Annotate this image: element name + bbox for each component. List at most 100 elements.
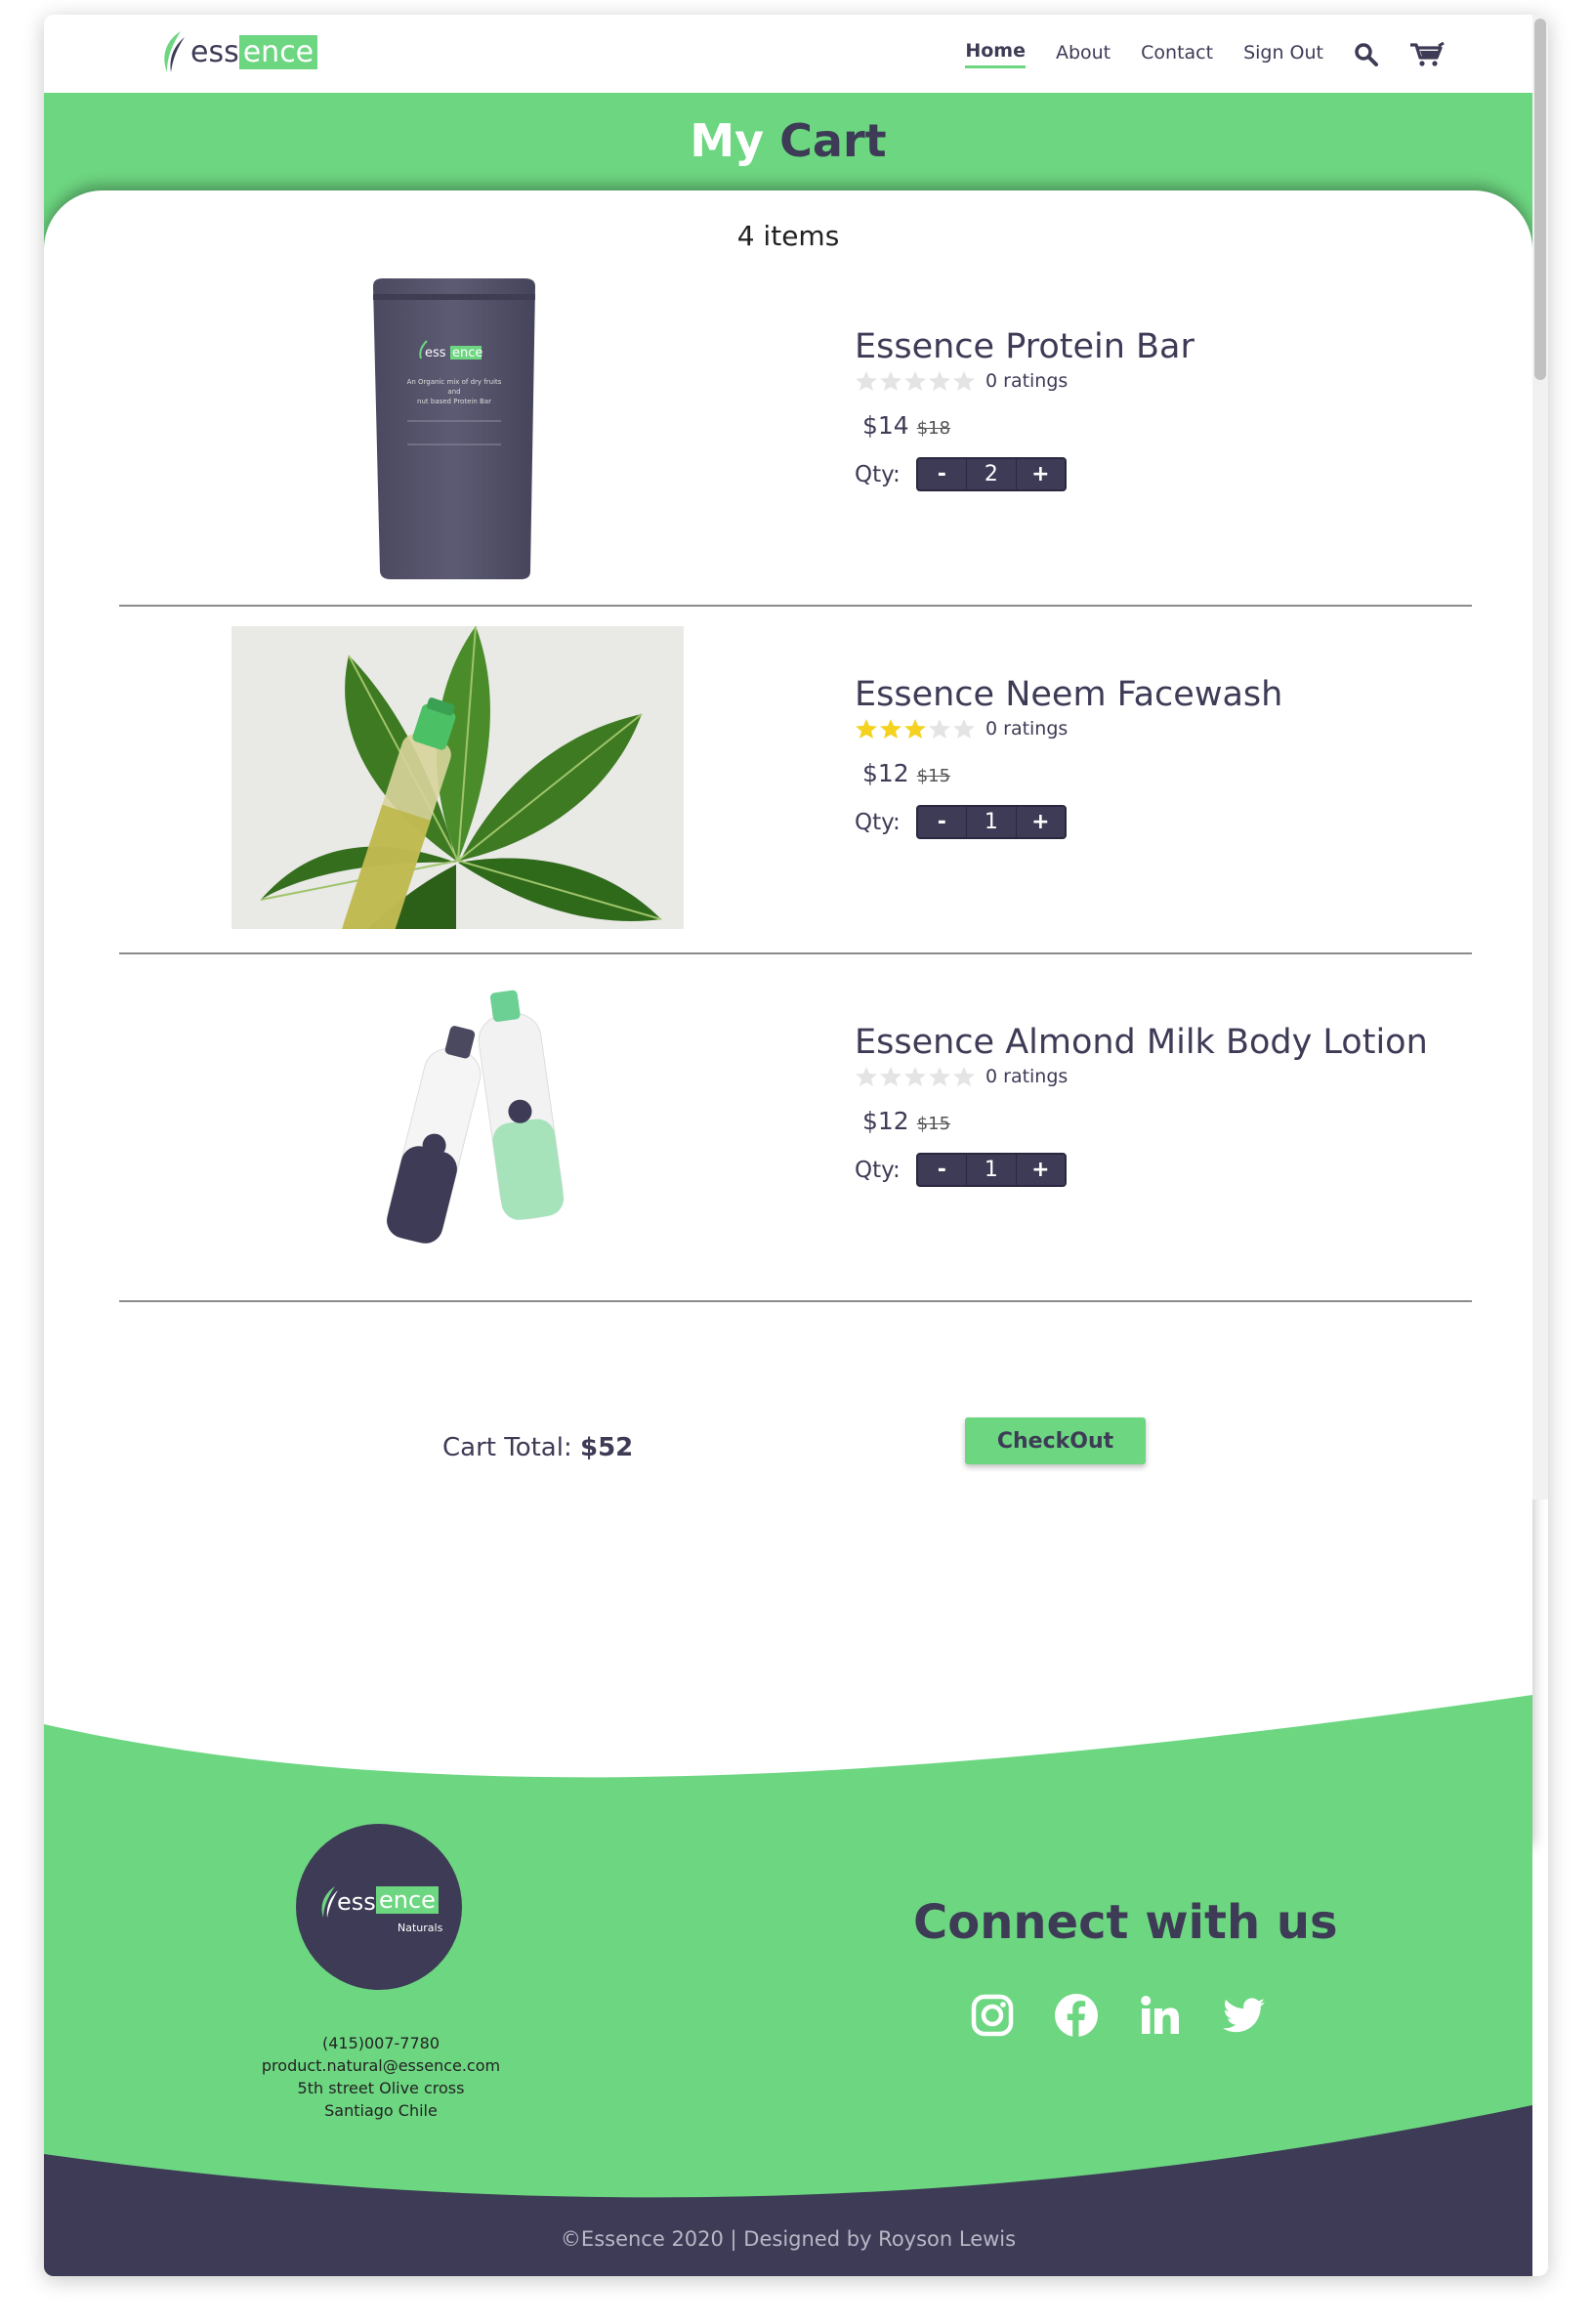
linkedin-icon[interactable]: [1138, 1993, 1183, 2038]
ratings-count: 0 ratings: [985, 1066, 1069, 1087]
price: $14: [862, 411, 909, 440]
product-image-body-lotion: [387, 990, 565, 1244]
star-icon: [880, 719, 901, 739]
cart-item: Essence Neem Facewash 0 ratings $12 $15 …: [119, 607, 1472, 954]
product-name[interactable]: Essence Protein Bar: [855, 327, 1460, 366]
page-title-word-2: Cart: [779, 114, 887, 167]
qty-decrease-button[interactable]: -: [917, 1155, 967, 1185]
price-row: $12 $15: [862, 759, 1460, 787]
nav-home[interactable]: Home: [965, 40, 1026, 68]
quantity-stepper: - 1 +: [915, 1153, 1067, 1187]
star-icon: [856, 371, 877, 391]
cart-total-value: $52: [579, 1433, 634, 1462]
product-info: Essence Neem Facewash 0 ratings $12 $15 …: [855, 675, 1460, 839]
product-image-protein-bar: ess ence An Organic mix of dry fruits an…: [373, 278, 535, 579]
qty-increase-button[interactable]: +: [1015, 1155, 1065, 1185]
star-icon: [929, 719, 950, 739]
qty-value: 1: [984, 1158, 998, 1182]
star-icon: [856, 719, 877, 739]
star-icon: [904, 371, 926, 391]
qty-label: Qty:: [855, 809, 901, 835]
old-price: $15: [916, 766, 951, 786]
footer-logo-ess: ess: [337, 1888, 376, 1916]
price-row: $14 $18: [862, 411, 1460, 440]
qty-value: 1: [984, 810, 998, 834]
quantity-stepper: - 1 +: [915, 805, 1067, 839]
qty-decrease-button[interactable]: -: [917, 459, 967, 489]
svg-text:and: and: [447, 388, 460, 396]
svg-text:ence: ence: [452, 346, 482, 360]
brand-logo[interactable]: ess ence: [159, 28, 318, 75]
star-rating: [855, 370, 976, 392]
leaf-icon: [321, 1886, 338, 1918]
footer-logo-ence: ence: [376, 1886, 439, 1914]
star-icon: [880, 371, 901, 391]
product-name[interactable]: Essence Neem Facewash: [855, 675, 1460, 714]
cart-icon[interactable]: [1409, 41, 1445, 67]
product-name[interactable]: Essence Almond Milk Body Lotion: [855, 1023, 1460, 1062]
product-image-neem-facewash: [231, 626, 684, 929]
facebook-icon[interactable]: [1054, 1993, 1099, 2038]
twitter-icon[interactable]: [1222, 1993, 1267, 2038]
contact-email[interactable]: product.natural@essence.com: [215, 2054, 547, 2077]
footer-logo-sub: Naturals: [398, 1922, 443, 1934]
product-info: Essence Almond Milk Body Lotion 0 rating…: [855, 1023, 1460, 1187]
leaf-icon: [164, 31, 185, 72]
nav-contact[interactable]: Contact: [1141, 42, 1213, 67]
logo-text-ess: ess: [190, 34, 239, 69]
product-info: Essence Protein Bar 0 ratings $14 $18 Qt…: [855, 327, 1460, 491]
ratings-count: 0 ratings: [985, 370, 1069, 392]
scrollbar-thumb[interactable]: [1534, 19, 1546, 380]
qty-row: Qty: - 1 +: [855, 805, 1460, 839]
star-icon: [929, 371, 950, 391]
page-title-word-1: My: [690, 114, 765, 167]
svg-text:An Organic mix of dry fruits: An Organic mix of dry fruits: [407, 378, 502, 386]
contact-address-line-2: Santiago Chile: [324, 2101, 438, 2120]
contact-address-line-1: 5th street Olive cross: [297, 2079, 465, 2097]
star-icon: [856, 1067, 877, 1086]
price: $12: [862, 1107, 909, 1135]
logo-text-ence: ence: [238, 34, 318, 69]
items-count: 4 items: [736, 220, 840, 252]
footer-logo[interactable]: ess ence Naturals: [296, 1824, 462, 1990]
qty-label: Qty:: [855, 461, 901, 487]
rating-row: 0 ratings: [855, 718, 1460, 739]
price-row: $12 $15: [862, 1107, 1460, 1135]
instagram-icon[interactable]: [970, 1993, 1015, 2038]
nav-sign-out[interactable]: Sign Out: [1243, 42, 1323, 67]
star-rating: [855, 1066, 976, 1087]
browser-page: ess ence Home About Contact Sign Out My: [44, 15, 1548, 2276]
connect-title: Connect with us: [913, 1895, 1338, 1950]
star-rating: [855, 718, 976, 739]
qty-decrease-button[interactable]: -: [917, 807, 967, 837]
nav-about[interactable]: About: [1056, 42, 1111, 67]
qty-increase-button[interactable]: +: [1015, 807, 1065, 837]
star-icon: [953, 371, 975, 391]
qty-value: 2: [984, 462, 998, 486]
qty-row: Qty: - 1 +: [855, 1153, 1460, 1187]
nav-menu: Home About Contact Sign Out: [965, 40, 1445, 68]
svg-text:nut based Protein Bar: nut based Protein Bar: [417, 398, 491, 405]
quantity-stepper: - 2 +: [915, 457, 1067, 491]
cart-total: Cart Total: $52: [442, 1433, 633, 1462]
copyright-text: ©Essence 2020 | Designed by Royson Lewis: [560, 2227, 1017, 2251]
star-icon: [953, 719, 975, 739]
search-icon[interactable]: [1354, 42, 1379, 67]
qty-row: Qty: - 2 +: [855, 457, 1460, 491]
cart-item: Essence Almond Milk Body Lotion 0 rating…: [119, 954, 1472, 1302]
rating-row: 0 ratings: [855, 370, 1460, 392]
footer-background: [44, 1695, 1532, 2276]
vertical-scrollbar[interactable]: [1532, 15, 1548, 1500]
rating-row: 0 ratings: [855, 1066, 1460, 1087]
old-price: $15: [916, 1114, 951, 1134]
cart-total-label: Cart Total:: [442, 1433, 572, 1462]
qty-increase-button[interactable]: +: [1015, 459, 1065, 489]
ratings-count: 0 ratings: [985, 718, 1069, 739]
contact-details: (415)007-7780 product.natural@essence.co…: [215, 2032, 547, 2122]
star-icon: [929, 1067, 950, 1086]
star-icon: [904, 719, 926, 739]
star-icon: [880, 1067, 901, 1086]
checkout-button[interactable]: CheckOut: [965, 1417, 1146, 1464]
star-icon: [953, 1067, 975, 1086]
svg-text:ess: ess: [425, 346, 446, 360]
